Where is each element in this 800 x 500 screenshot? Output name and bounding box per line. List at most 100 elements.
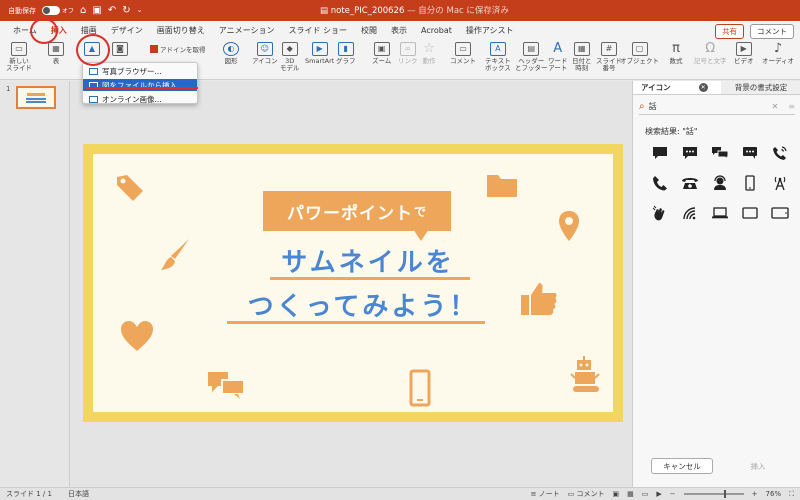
cancel-button[interactable]: キャンセル — [651, 458, 713, 474]
zoom-button[interactable]: ▣ ズーム — [372, 42, 391, 65]
shapes-icon: ◐ — [223, 42, 239, 56]
tablet-icon[interactable] — [735, 204, 765, 222]
video-button[interactable]: ▶ ビデオ — [734, 42, 754, 65]
menu-item-photo-browser[interactable]: 写真ブラウザー... — [83, 65, 197, 77]
wordart-button[interactable]: A ワード アート — [548, 41, 568, 73]
phone-ringing-icon[interactable] — [765, 144, 795, 162]
smartphone-icon[interactable] — [735, 174, 765, 192]
comment-ribbon-label: コメント — [450, 57, 476, 65]
menu-item-picture-from-file[interactable]: 図をファイルから挿入... — [83, 79, 197, 91]
slide-headline-line2: つくってみよう！ — [247, 292, 479, 322]
screenshot-button[interactable]: ◙ — [112, 42, 128, 58]
icon-search-field[interactable]: ⌕ 話 ✕ ≡ — [639, 99, 795, 115]
speech-bubble-solid-icon[interactable] — [645, 144, 675, 162]
equation-button[interactable]: π 数式 — [668, 41, 684, 65]
autosave-label: 自動保存 — [8, 6, 36, 15]
tab-view[interactable]: 表示 — [384, 25, 414, 36]
insert-button[interactable]: 挿入 — [733, 458, 783, 474]
tab-slideshow[interactable]: スライド ショー — [281, 25, 354, 36]
normal-view-icon[interactable]: ▣ — [613, 490, 620, 498]
menu-item-label: オンライン画像... — [102, 94, 162, 104]
slide-number-button[interactable]: # スライド 番号 — [596, 42, 622, 73]
zoom-slider[interactable] — [683, 490, 744, 498]
zoom-level[interactable]: 76% — [766, 490, 782, 498]
slide[interactable]: パワーポイントで サムネイルを つくってみよう！ — [83, 144, 623, 422]
zoom-in-icon[interactable]: + — [752, 490, 758, 498]
tab-acrobat[interactable]: Acrobat — [414, 26, 459, 35]
tab-design[interactable]: デザイン — [104, 25, 150, 36]
equation-label: 数式 — [669, 57, 683, 65]
shapes-button[interactable]: ◐ 図形 — [223, 42, 239, 65]
icon-search-value: 話 — [648, 102, 657, 111]
tab-review[interactable]: 校閲 — [354, 25, 384, 36]
speech-bubble-dots-icon[interactable] — [675, 144, 705, 162]
icon-results-grid — [645, 144, 795, 222]
comment-ribbon-button[interactable]: ▭ コメント — [450, 42, 476, 65]
link-button[interactable]: ∞ リンク — [398, 42, 418, 65]
comments-status-label: コメント — [576, 490, 605, 498]
textbox-button[interactable]: A テキスト ボックス — [485, 42, 511, 73]
wifi-signal-icon[interactable] — [675, 204, 705, 222]
tablet-landscape-icon[interactable] — [765, 204, 795, 222]
headset-person-icon[interactable] — [705, 174, 735, 192]
new-slide-label: 新しい スライド — [6, 57, 32, 73]
clear-search-icon[interactable]: ✕ — [772, 102, 779, 111]
3d-models-button[interactable]: ◆ 3D モデル — [280, 42, 300, 73]
search-result-label: 検索結果: "話" — [645, 127, 698, 136]
zoom-out-icon[interactable]: − — [670, 490, 676, 498]
speech-bubbles-icon[interactable] — [705, 144, 735, 162]
header-footer-button[interactable]: ▤ ヘッダー とフッター — [515, 42, 548, 73]
tab-transitions[interactable]: 画面切り替え — [150, 25, 212, 36]
language-indicator[interactable]: 日本語 — [68, 489, 89, 499]
tab-format-background[interactable]: 背景の書式設定 — [721, 81, 800, 95]
textbox-icon: A — [489, 42, 506, 56]
headline-underline — [270, 277, 470, 280]
sorter-view-icon[interactable]: ▦ — [627, 490, 634, 498]
chart-button[interactable]: ▮ グラフ — [336, 42, 356, 65]
document-icon: ▤ — [320, 6, 331, 16]
action-button[interactable]: ☆ 動作 — [421, 40, 437, 65]
share-button[interactable]: 共有 — [715, 24, 744, 39]
redo-icon[interactable]: ↻ — [122, 5, 130, 16]
menu-item-online-pictures[interactable]: オンライン画像... — [83, 93, 197, 105]
table-button[interactable]: ▦ 表 — [48, 42, 64, 65]
home-icon[interactable]: ⌂ — [80, 5, 86, 16]
autosave-state: オフ — [62, 8, 75, 15]
laptop-icon[interactable] — [705, 204, 735, 222]
header-footer-label: ヘッダー とフッター — [515, 57, 548, 73]
phone-handset-icon[interactable] — [645, 174, 675, 192]
slide-thumbnail[interactable] — [16, 86, 56, 109]
slideshow-view-icon[interactable]: ▶ — [656, 490, 661, 498]
tab-animations[interactable]: アニメーション — [212, 25, 282, 36]
customize-toolbar-icon[interactable]: ⌄ — [137, 7, 143, 14]
smartart-button[interactable]: ▶ SmartArt — [305, 42, 334, 65]
icons-button[interactable]: ☺ アイコン — [252, 42, 278, 65]
comments-button[interactable]: コメント — [750, 24, 794, 39]
reading-view-icon[interactable]: ▭ — [642, 490, 649, 498]
tab-tell-me[interactable]: 操作アシスト — [459, 25, 521, 36]
star-icon: ☆ — [423, 40, 435, 56]
notes-button[interactable]: ≡ ノート — [531, 489, 560, 499]
autosave-toggle[interactable] — [42, 6, 60, 15]
signal-tower-icon[interactable] — [765, 174, 795, 192]
object-button[interactable]: ▢ オブジェクト — [620, 42, 659, 65]
save-icon[interactable]: ▣ — [92, 5, 101, 16]
date-time-label: 日付と 時刻 — [572, 57, 592, 73]
undo-icon[interactable]: ↶ — [108, 5, 116, 16]
symbol-button[interactable]: Ω 記号と文字 — [694, 41, 727, 65]
tab-icons-pane[interactable]: アイコン ✕ — [633, 81, 721, 95]
close-icon[interactable]: ✕ — [698, 83, 708, 92]
folder-icon — [487, 175, 517, 197]
fit-slide-icon[interactable]: ⛶ — [789, 490, 794, 499]
ribbon-tabs: ホーム 挿入 描画 デザイン 画面切り替え アニメーション スライド ショー 校… — [0, 21, 800, 40]
filter-icon[interactable]: ≡ — [788, 102, 795, 111]
comments-status-button[interactable]: ▭ コメント — [568, 489, 605, 499]
header-footer-icon: ▤ — [523, 42, 540, 56]
date-time-button[interactable]: ▦ 日付と 時刻 — [572, 42, 592, 73]
get-addins-button[interactable]: アドインを取得 — [150, 44, 206, 54]
new-slide-button[interactable]: ▭ 新しい スライド — [6, 42, 32, 73]
chat-dots-bubble-icon[interactable] — [735, 144, 765, 162]
hand-waving-sound-icon[interactable] — [645, 204, 675, 222]
desk-phone-icon[interactable] — [675, 174, 705, 192]
audio-button[interactable]: ♪ オーディオ — [762, 41, 794, 65]
